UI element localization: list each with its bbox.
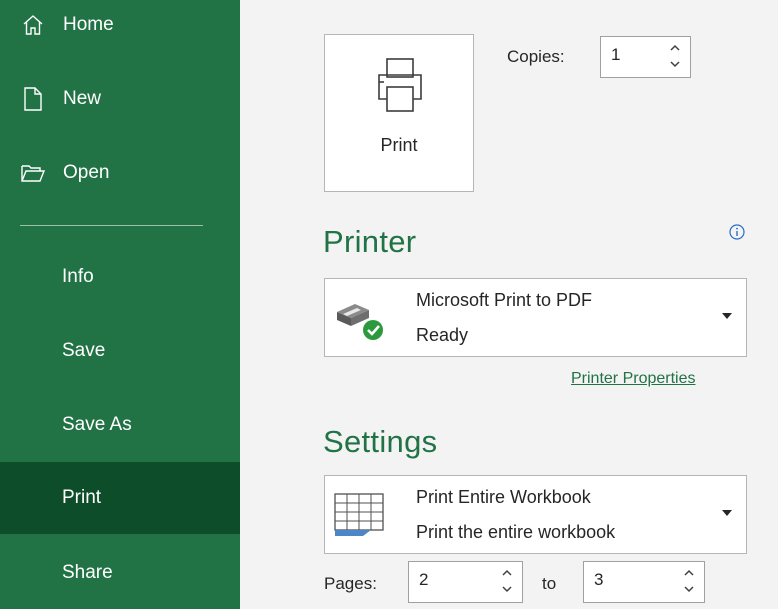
- sidebar-item-save-as[interactable]: Save As: [0, 389, 240, 461]
- sidebar-item-label: Share: [62, 562, 113, 583]
- printer-ready-icon: [333, 298, 389, 349]
- backstage-sidebar: Home New Open Info Save Save As Print Sh…: [0, 0, 240, 609]
- pages-from-value: 2: [419, 570, 429, 589]
- sidebar-item-info[interactable]: Info: [0, 241, 240, 313]
- pages-to-label: to: [542, 574, 557, 593]
- pages-label: Pages:: [324, 574, 377, 593]
- sidebar-item-print[interactable]: Print: [0, 462, 240, 534]
- settings-section-title: Settings: [323, 424, 438, 459]
- home-icon: [20, 12, 46, 38]
- printer-status: Ready: [416, 325, 469, 345]
- spin-arrows-icon[interactable]: [500, 566, 514, 596]
- sidebar-item-share[interactable]: Share: [0, 537, 240, 609]
- sidebar-item-label: Save As: [62, 414, 132, 435]
- print-scope-title: Print Entire Workbook: [416, 487, 591, 507]
- new-document-icon: [20, 86, 46, 112]
- sidebar-item-label: Info: [62, 266, 94, 287]
- pages-to-stepper[interactable]: 3: [583, 561, 705, 603]
- printer-properties-link[interactable]: Printer Properties: [571, 370, 696, 388]
- copies-value: 1: [611, 45, 621, 64]
- sidebar-item-label: Save: [62, 340, 106, 361]
- sidebar-item-home[interactable]: Home: [0, 0, 240, 61]
- print-scope-description: Print the entire workbook: [416, 522, 616, 542]
- sidebar-item-label: Open: [63, 162, 110, 183]
- print-button[interactable]: Print: [324, 34, 474, 192]
- copies-label: Copies:: [507, 47, 565, 66]
- spin-arrows-icon[interactable]: [668, 41, 682, 71]
- sidebar-item-open[interactable]: Open: [0, 137, 240, 209]
- print-button-label: Print: [380, 135, 418, 155]
- printer-name: Microsoft Print to PDF: [416, 290, 593, 310]
- sidebar-item-new[interactable]: New: [0, 63, 240, 135]
- printer-section-title: Printer: [323, 224, 417, 259]
- workbook-grid-icon: [333, 492, 387, 541]
- sidebar-divider: [20, 225, 203, 226]
- chevron-down-icon: [722, 313, 732, 319]
- folder-open-icon: [20, 160, 46, 186]
- pages-from-stepper[interactable]: 2: [408, 561, 523, 603]
- sidebar-item-label: Home: [63, 14, 114, 35]
- printer-icon: [374, 57, 426, 120]
- copies-stepper[interactable]: 1: [600, 36, 691, 78]
- chevron-down-icon: [722, 510, 732, 516]
- print-scope-dropdown[interactable]: Print Entire Workbook Print the entire w…: [324, 475, 747, 554]
- info-icon[interactable]: [728, 223, 746, 241]
- printer-dropdown[interactable]: Microsoft Print to PDF Ready: [324, 278, 747, 357]
- sidebar-item-label: New: [63, 88, 102, 109]
- spin-arrows-icon[interactable]: [682, 566, 696, 596]
- pages-to-value: 3: [594, 570, 604, 589]
- sidebar-item-label: Print: [62, 487, 102, 508]
- sidebar-item-save[interactable]: Save: [0, 315, 240, 387]
